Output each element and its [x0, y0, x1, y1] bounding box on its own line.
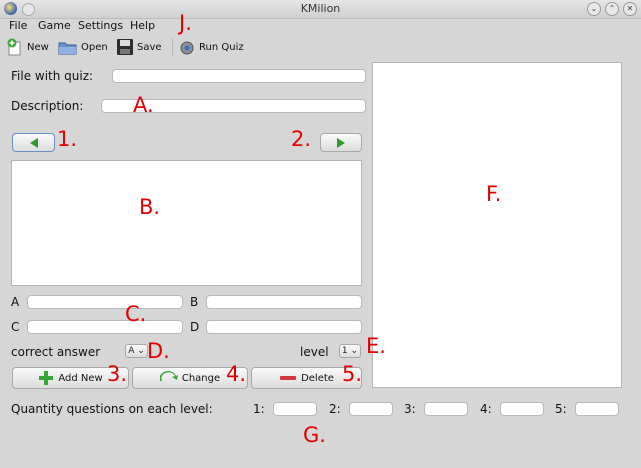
minus-icon — [280, 376, 297, 380]
new-label: New — [27, 41, 49, 53]
menu-game[interactable]: Game — [38, 19, 71, 32]
open-label: Open — [81, 41, 108, 53]
answer-a-label: A — [11, 295, 20, 309]
next-question-button[interactable] — [320, 133, 362, 152]
new-button[interactable]: New — [6, 36, 49, 58]
answer-c-input[interactable] — [27, 320, 183, 334]
annotation-a: A. — [133, 93, 154, 117]
arrow-right-icon — [337, 137, 345, 148]
previous-question-button[interactable] — [12, 133, 55, 152]
annotation-d: D. — [147, 339, 170, 363]
refresh-icon — [159, 371, 178, 381]
chevron-down-icon: ⌄ — [134, 346, 145, 356]
minimize-icon[interactable]: ⌄ — [587, 2, 601, 16]
level-3-label: 3: — [404, 402, 416, 416]
answer-b-label: B — [190, 295, 199, 309]
menu-file-label: File — [9, 19, 28, 32]
annotation-2: 2. — [291, 127, 312, 151]
save-button[interactable]: Save — [116, 36, 162, 58]
annotation-b: B. — [139, 195, 161, 219]
answer-d-label: D — [190, 320, 200, 334]
run-quiz-label: Run Quiz — [199, 41, 244, 53]
open-folder-icon — [58, 42, 77, 55]
annotation-c: C. — [125, 302, 147, 326]
maximize-icon[interactable]: ⌃ — [605, 2, 619, 16]
toolbar-separator — [172, 38, 173, 56]
annotation-j: J. — [179, 11, 192, 35]
annotation-5: 5. — [342, 362, 363, 386]
answer-d-input[interactable] — [206, 320, 362, 334]
annotation-4: 4. — [226, 362, 247, 386]
level-5-quantity[interactable] — [575, 402, 619, 416]
question-text-area[interactable] — [11, 160, 362, 286]
menu-help[interactable]: Help — [130, 19, 155, 32]
level-4-quantity[interactable] — [500, 402, 544, 416]
level-label: level — [300, 345, 329, 359]
level-select[interactable]: 1 ⌄ — [339, 344, 361, 358]
annotation-g: G. — [303, 423, 326, 447]
answer-c-label: C — [11, 320, 20, 334]
run-quiz-button[interactable]: Run Quiz — [178, 36, 244, 58]
menu-settings[interactable]: Settings — [78, 19, 123, 32]
level-2-label: 2: — [329, 402, 341, 416]
annotation-f: F. — [486, 182, 502, 206]
quantity-label: Quantity questions on each level: — [11, 402, 213, 416]
answer-a-input[interactable] — [27, 295, 183, 309]
window-title: KMilion — [300, 2, 341, 15]
menu-file[interactable]: File — [9, 19, 27, 32]
menu-game-label: Game — [38, 19, 71, 32]
file-with-quiz-label: File with quiz: — [11, 69, 94, 83]
plus-icon — [39, 371, 54, 385]
correct-answer-select[interactable]: A ⌄ — [125, 344, 148, 358]
arrow-left-icon — [29, 137, 38, 148]
change-label: Change — [181, 372, 221, 384]
annotation-e: E. — [366, 334, 386, 358]
new-file-icon — [7, 38, 21, 56]
gear-icon — [180, 41, 194, 55]
save-disk-icon — [117, 39, 133, 55]
menu-settings-label: Settings — [78, 19, 124, 32]
save-label: Save — [137, 41, 162, 53]
annotation-1: 1. — [57, 127, 78, 151]
level-2-quantity[interactable] — [349, 402, 393, 416]
close-icon[interactable]: ✕ — [623, 2, 637, 16]
correct-answer-label: correct answer — [11, 345, 101, 359]
level-5-label: 5: — [555, 402, 567, 416]
level-1-quantity[interactable] — [273, 402, 317, 416]
level-3-quantity[interactable] — [424, 402, 468, 416]
image-panel[interactable] — [372, 62, 622, 388]
delete-label: Delete — [301, 372, 334, 384]
file-with-quiz-input[interactable] — [112, 69, 366, 83]
chevron-down-icon: ⌄ — [347, 346, 359, 356]
answer-b-input[interactable] — [206, 295, 362, 309]
menu-help-label: Help — [130, 19, 156, 32]
level-1-label: 1: — [253, 402, 265, 416]
open-button[interactable]: Open — [58, 36, 108, 58]
annotation-3: 3. — [107, 362, 128, 386]
level-4-label: 4: — [480, 402, 492, 416]
description-label: Description: — [11, 99, 84, 113]
add-new-label: Add New — [58, 372, 103, 384]
